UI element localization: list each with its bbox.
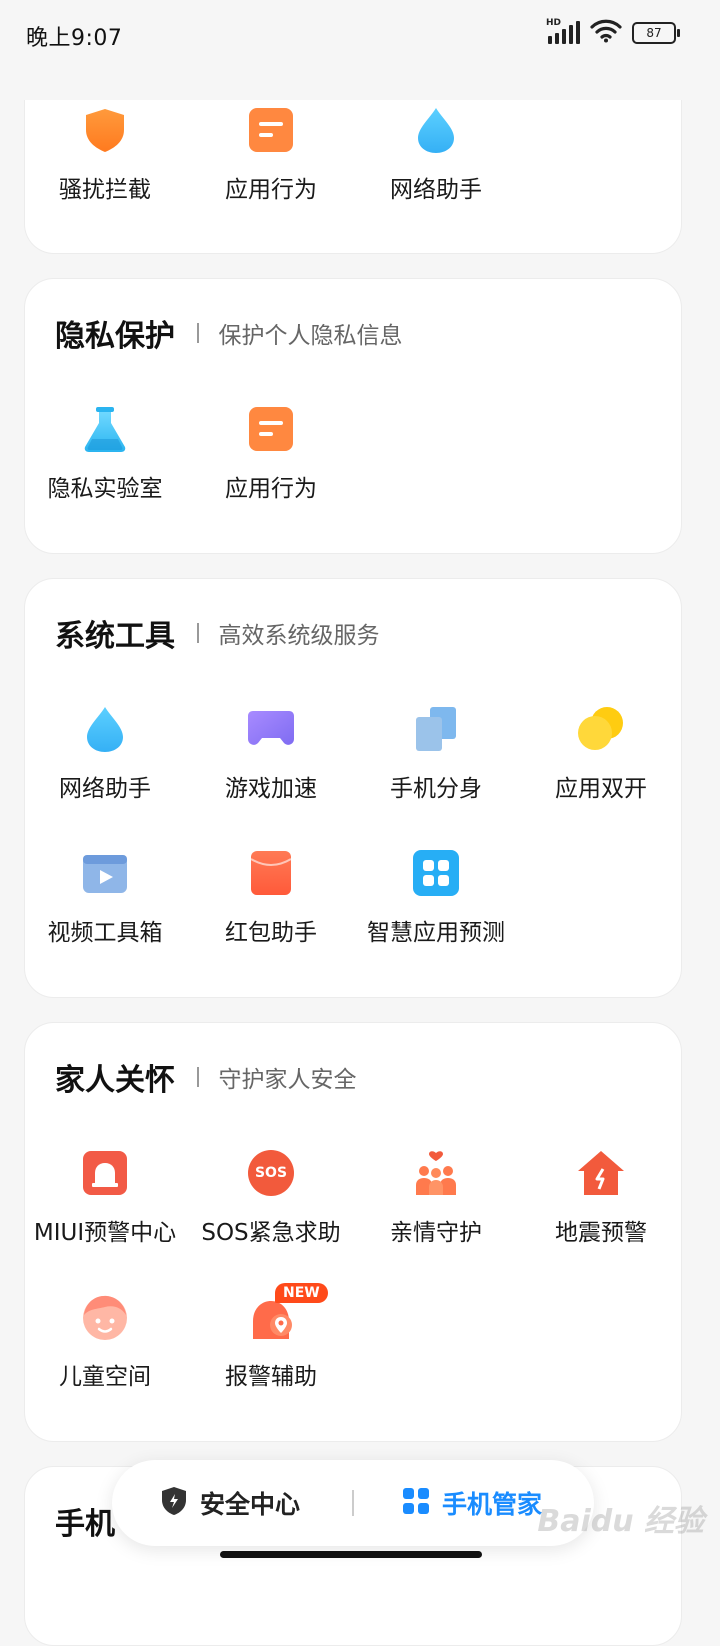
water-drop-icon [81, 705, 129, 753]
home-indicator[interactable] [220, 1551, 482, 1558]
card-header: 手机 [55, 1501, 115, 1542]
harassment-block-item[interactable]: 骚扰拦截 [23, 106, 187, 226]
gamepad-icon [247, 705, 295, 753]
item-label: 儿童空间 [59, 1364, 151, 1390]
water-drop-icon [412, 106, 460, 154]
child-face-icon [81, 1293, 129, 1341]
grid-icon [402, 1487, 430, 1519]
item-label: 红包助手 [225, 920, 317, 946]
family-care-card: 家人关怀 守护家人安全 MIUI预警中心 SOS SOS紧急求助 亲情守护 地震… [24, 1022, 682, 1442]
network-assistant-item[interactable]: 网络助手 [23, 705, 187, 825]
bottom-nav: 安全中心 手机管家 [112, 1460, 594, 1546]
red-envelope-icon [247, 849, 295, 897]
card-title: 系统工具 [55, 619, 175, 654]
item-label: 手机分身 [390, 776, 482, 802]
item-label: 游戏加速 [225, 776, 317, 802]
card-subtitle: 高效系统级服务 [218, 623, 380, 649]
shield-icon [81, 106, 129, 154]
tab-label: 安全中心 [200, 1490, 301, 1519]
card-title: 家人关怀 [55, 1063, 175, 1098]
app-behavior-icon [247, 106, 295, 154]
item-label: SOS紧急求助 [201, 1220, 341, 1246]
header-divider [197, 1067, 199, 1087]
privacy-card: 隐私保护 保护个人隐私信息 隐私实验室 应用行为 [24, 278, 682, 554]
top-card: 骚扰拦截 应用行为 网络助手 [24, 100, 682, 254]
alarm-assist-item[interactable]: NEW 报警辅助 [189, 1283, 353, 1413]
dual-app-icon [577, 705, 625, 753]
smart-app-prediction-item[interactable]: 智慧应用预测 [354, 849, 518, 969]
red-envelope-item[interactable]: 红包助手 [189, 849, 353, 969]
item-label: MIUI预警中心 [33, 1220, 177, 1246]
tab-phone-manager[interactable]: 手机管家 [402, 1460, 542, 1546]
security-shield-icon [160, 1486, 188, 1520]
item-label: 应用行为 [225, 476, 317, 502]
item-label: 骚扰拦截 [59, 177, 151, 203]
watermark: Baidu 经验 [537, 1504, 704, 1539]
item-label: 亲情守护 [390, 1220, 482, 1246]
sos-icon-text: SOS [254, 1165, 288, 1181]
app-behavior-item[interactable]: 应用行为 [189, 405, 353, 525]
new-badge: NEW [275, 1283, 328, 1303]
item-label: 隐私实验室 [47, 476, 163, 502]
item-label: 视频工具箱 [47, 920, 163, 946]
miui-alert-center-item[interactable]: MIUI预警中心 [23, 1149, 187, 1269]
battery-icon: 87 [632, 22, 680, 44]
app-grid-icon [412, 849, 460, 897]
signal-icon: HD [546, 18, 580, 46]
card-header: 家人关怀 守护家人安全 [55, 1057, 357, 1098]
system-tools-card: 系统工具 高效系统级服务 网络助手 游戏加速 手机分身 应用双开 视频工具箱 红… [24, 578, 682, 998]
battery-level: 87 [646, 26, 662, 40]
card-subtitle: 守护家人安全 [218, 1067, 357, 1093]
item-label: 应用双开 [555, 776, 647, 802]
phone-clone-item[interactable]: 手机分身 [354, 705, 518, 825]
tab-label: 手机管家 [442, 1490, 543, 1519]
kids-space-item[interactable]: 儿童空间 [23, 1293, 187, 1413]
game-boost-item[interactable]: 游戏加速 [189, 705, 353, 825]
tab-security-center[interactable]: 安全中心 [160, 1460, 300, 1546]
sos-help-item[interactable]: SOS SOS紧急求助 [189, 1149, 353, 1269]
app-behavior-item[interactable]: 应用行为 [189, 106, 353, 226]
dual-phone-icon [412, 705, 460, 753]
network-assistant-item[interactable]: 网络助手 [354, 106, 518, 226]
item-label: 网络助手 [59, 776, 151, 802]
card-subtitle: 保护个人隐私信息 [218, 323, 403, 349]
card-header: 系统工具 高效系统级服务 [55, 613, 380, 654]
item-label: 地震预警 [555, 1220, 647, 1246]
privacy-lab-item[interactable]: 隐私实验室 [23, 405, 187, 525]
card-title: 隐私保护 [55, 319, 175, 354]
status-bar: 晚上9:07 HD 87 [0, 0, 720, 68]
status-time: 晚上9:07 [26, 26, 123, 51]
tab-divider [352, 1490, 354, 1516]
earthquake-warning-item[interactable]: 地震预警 [519, 1149, 683, 1269]
item-label: 报警辅助 [225, 1364, 317, 1390]
earthquake-house-icon [577, 1149, 625, 1197]
header-divider [197, 323, 199, 343]
dual-apps-item[interactable]: 应用双开 [519, 705, 683, 825]
app-behavior-icon [247, 405, 295, 453]
sos-icon: SOS [247, 1149, 295, 1197]
family-guard-item[interactable]: 亲情守护 [354, 1149, 518, 1269]
wifi-icon [590, 19, 622, 47]
item-label: 智慧应用预测 [367, 920, 505, 946]
family-icon [412, 1149, 460, 1197]
status-icons: HD 87 [546, 18, 680, 47]
card-title: 手机 [55, 1507, 115, 1542]
header-divider [197, 623, 199, 643]
item-label: 网络助手 [390, 177, 482, 203]
video-toolbox-item[interactable]: 视频工具箱 [23, 849, 187, 969]
alarm-bell-icon [81, 1149, 129, 1197]
flask-icon [81, 405, 129, 453]
video-toolbox-icon [81, 849, 129, 897]
card-header: 隐私保护 保护个人隐私信息 [55, 313, 403, 354]
item-label: 应用行为 [225, 177, 317, 203]
